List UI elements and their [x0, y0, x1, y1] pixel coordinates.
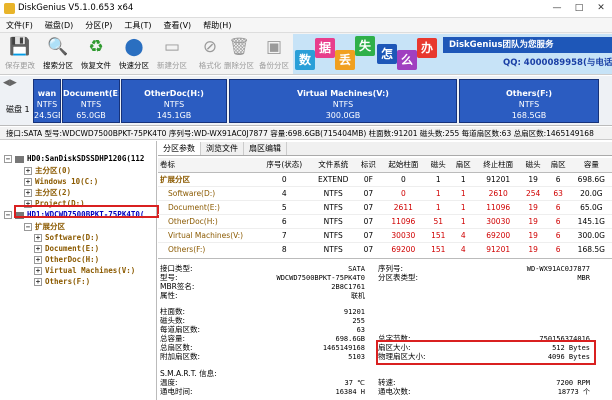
- menu-disk[interactable]: 磁盘(D): [39, 18, 79, 32]
- banner-char: 怎: [377, 44, 397, 64]
- selection-highlight: [14, 205, 159, 218]
- table-row[interactable]: Software(D:) 4 NTFS 07 0 1 1 2610 254 63…: [158, 186, 612, 201]
- delete-partition-button[interactable]: 🗑 删除分区: [221, 35, 257, 73]
- menu-file[interactable]: 文件(F): [0, 18, 39, 32]
- menu-tools[interactable]: 工具(T): [118, 18, 157, 32]
- detail-value: MBR: [577, 274, 590, 282]
- menu-view[interactable]: 查看(V): [157, 18, 197, 32]
- search-partition-button[interactable]: 🔍 搜索分区: [40, 35, 76, 73]
- detail-label: 通电时间:: [160, 387, 193, 396]
- partition-table: 卷标 序号(状态) 文件系统 标识 起始柱面 磁头 扇区 终止柱面 磁头 扇区 …: [158, 158, 612, 256]
- menu-bar: 文件(F) 磁盘(D) 分区(P) 工具(T) 查看(V) 帮助(H): [0, 18, 612, 33]
- disk-tree: − HD0:SanDiskSDSSDHP120G(112 + 主分区(0) + Win…: [0, 141, 157, 400]
- delete-partition-icon: 🗑: [228, 37, 250, 57]
- banner-char: 数: [295, 50, 315, 70]
- detail-value: 联机: [351, 292, 365, 300]
- banner-brand: DiskGenius团队为您服务: [443, 37, 612, 53]
- tree-item[interactable]: + 主分区(0): [24, 165, 71, 176]
- disk-map: ◀▶ 磁盘 1 wan NTFS 24.5GB Document(E:) NTF…: [0, 76, 612, 126]
- save-button[interactable]: 💾 保存更改: [2, 35, 38, 73]
- backup-partition-button[interactable]: ▣ 备份分区: [256, 35, 292, 73]
- partition-block[interactable]: Document(E:) NTFS 65.0GB: [62, 79, 120, 123]
- recover-file-icon: ♻: [88, 37, 104, 57]
- sector-size-highlight: [376, 340, 596, 365]
- menu-partition[interactable]: 分区(P): [79, 18, 118, 32]
- disk-label: 磁盘 1: [6, 105, 30, 114]
- detail-label: 附加扇区数:: [160, 352, 201, 361]
- tree-item[interactable]: + Others(F:): [34, 276, 90, 287]
- tree-item[interactable]: + OtherDoc(H:): [34, 254, 99, 265]
- new-partition-button[interactable]: ▭ 新建分区: [154, 35, 190, 73]
- tree-item[interactable]: + Windows 10(C:): [24, 176, 98, 187]
- close-button[interactable]: ✕: [590, 0, 612, 18]
- diskgenius-window: DiskGenius V5.1.0.653 x64 — □ ✕ 文件(F) 磁盘…: [0, 0, 612, 400]
- backup-partition-icon: ▣: [265, 37, 283, 57]
- search-partition-icon: 🔍: [47, 37, 69, 57]
- detail-value: 5103: [348, 353, 365, 361]
- partition-block[interactable]: OtherDoc(H:) NTFS 145.1GB: [121, 79, 227, 123]
- table-row[interactable]: Others(F:) 8 NTFS 07 69200 151 4 91201 1…: [158, 242, 612, 256]
- banner-char: 据: [315, 38, 335, 58]
- tab-sector-editor[interactable]: 扇区编辑: [244, 142, 287, 155]
- tree-item[interactable]: + Virtual Machines(V:): [34, 265, 135, 276]
- app-icon: [4, 3, 15, 14]
- table-row[interactable]: Document(E:) 5 NTFS 07 2611 1 1 11096 19…: [158, 200, 612, 215]
- detail-label: 分区表类型:: [378, 273, 419, 282]
- new-partition-icon: ▭: [163, 37, 181, 57]
- format-icon: ⊘: [202, 37, 218, 57]
- detail-label: 通电次数:: [378, 387, 411, 396]
- banner-char: 办: [417, 38, 437, 58]
- banner-char: 丢: [335, 50, 355, 70]
- disk-nav-arrows[interactable]: ◀▶: [3, 78, 17, 88]
- detail-value: 18773 个: [557, 388, 590, 396]
- disk-info-bar: 接口:SATA 型号:WDCWD7500BPKT-75PK4T0 序列号:WD-…: [0, 127, 612, 140]
- partition-block[interactable]: Virtual Machines(V:) NTFS 300.0GB: [229, 79, 457, 123]
- banner-phone: QQ: 4000089958(与电话同号): [503, 58, 612, 68]
- banner-char: 失: [355, 36, 375, 56]
- table-row[interactable]: OtherDoc(H:) 6 NTFS 07 11096 51 1 30030 …: [158, 214, 612, 229]
- partition-block[interactable]: Others(F:) NTFS 168.5GB: [459, 79, 599, 123]
- detail-label: 属性:: [160, 291, 178, 300]
- tree-disk-hd0[interactable]: − HD0:SanDiskSDSSDHP120G(112: [4, 153, 144, 164]
- menu-help[interactable]: 帮助(H): [197, 18, 237, 32]
- tree-item[interactable]: − 扩展分区: [24, 221, 65, 232]
- quick-partition-icon: ⬤: [124, 37, 144, 57]
- save-icon: 💾: [9, 37, 31, 57]
- tab-browse-files[interactable]: 浏览文件: [201, 142, 244, 155]
- table-row[interactable]: 扩展分区 0 EXTEND 0F 0 1 1 91201 19 6 698.6G: [158, 172, 612, 187]
- promo-banner[interactable]: 数 据 丢 失 怎 么 办 DiskGenius团队为您服务 QQ: 40000…: [293, 34, 612, 74]
- table-header: 卷标 序号(状态) 文件系统 标识 起始柱面 磁头 扇区 终止柱面 磁头 扇区 …: [158, 158, 612, 173]
- quick-partition-button[interactable]: ⬤ 快速分区: [116, 35, 152, 73]
- partition-block[interactable]: wan NTFS 24.5GB: [33, 79, 61, 123]
- tree-item[interactable]: + 主分区(2): [24, 187, 71, 198]
- title-bar: DiskGenius V5.1.0.653 x64 — □ ✕: [0, 0, 612, 18]
- window-title: DiskGenius V5.1.0.653 x64: [18, 3, 134, 13]
- disk-icon: [15, 155, 24, 163]
- table-row[interactable]: Virtual Machines(V:) 7 NTFS 07 30030 151…: [158, 228, 612, 243]
- tree-item[interactable]: + Software(D:): [34, 232, 99, 243]
- maximize-button[interactable]: □: [568, 0, 590, 18]
- tab-partition-params[interactable]: 分区参数: [158, 142, 201, 155]
- recover-file-button[interactable]: ♻ 恢复文件: [78, 35, 114, 73]
- detail-value: 16384 H: [335, 388, 365, 396]
- tab-bar: 分区参数 浏览文件 扇区编辑: [158, 142, 612, 156]
- tree-item[interactable]: + Document(E:): [34, 243, 99, 254]
- banner-char: 么: [397, 50, 417, 70]
- minimize-button[interactable]: —: [546, 0, 568, 18]
